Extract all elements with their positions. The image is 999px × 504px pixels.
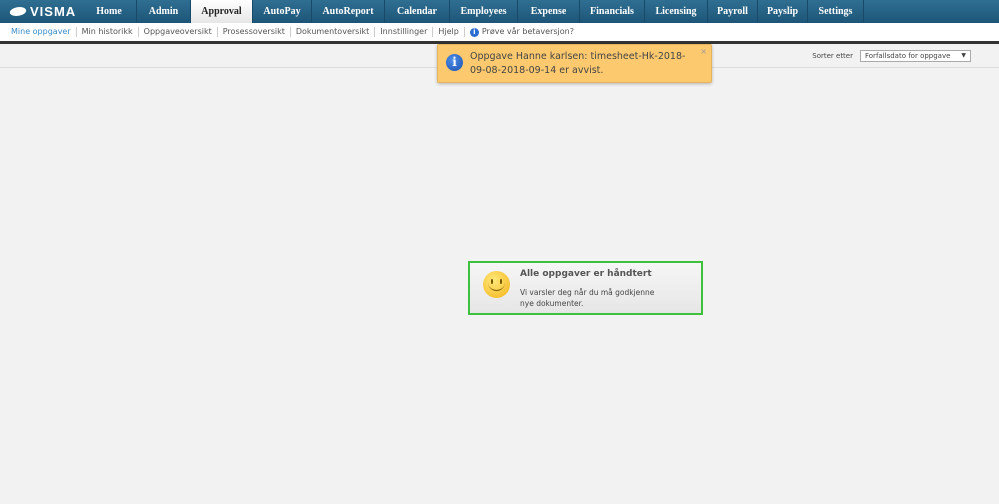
sort-label: Sorter etter [812, 52, 853, 60]
subnav-dokumentoversikt[interactable]: Dokumentoversikt [291, 27, 376, 37]
subnav-innstillinger[interactable]: Innstillinger [375, 27, 434, 37]
subnav-hjelp[interactable]: Hjelp [433, 27, 465, 37]
subnav-prosessoversikt[interactable]: Prosessoversikt [218, 27, 291, 37]
nav-tab-autoreport[interactable]: AutoReport [312, 0, 385, 23]
nav-tab-financials[interactable]: Financials [580, 0, 645, 23]
nav-tab-payslip[interactable]: Payslip [758, 0, 808, 23]
nav-tab-approval[interactable]: Approval [191, 0, 253, 23]
notification-message: Oppgave Hanne karlsen: timesheet-Hk-2018… [470, 51, 686, 76]
beta-link[interactable]: i Prøve vår betaversjon? [465, 27, 579, 37]
info-icon: i [469, 27, 479, 37]
visma-logo[interactable]: VISMA [0, 0, 82, 23]
notification-toast: i Oppgave Hanne karlsen: timesheet-Hk-20… [437, 44, 712, 83]
subnav-oppgaveoversikt[interactable]: Oppgaveoversikt [139, 27, 218, 37]
main-nav: VISMA Home Admin Approval AutoPay AutoReport… [0, 0, 999, 23]
nav-tab-employees[interactable]: Employees [450, 0, 518, 23]
nav-tab-licensing[interactable]: Licensing [645, 0, 708, 23]
visma-swoosh-icon [8, 7, 28, 16]
dropdown-arrow-icon: ▼ [961, 52, 966, 59]
smiley-icon [483, 271, 510, 298]
nav-tab-autopay[interactable]: AutoPay [253, 0, 312, 23]
close-icon[interactable]: × [700, 47, 707, 56]
empty-state-box: Alle oppgaver er håndtert Vi varsler deg… [468, 261, 703, 315]
nav-tab-home[interactable]: Home [82, 0, 137, 23]
logo-text: VISMA [30, 4, 77, 19]
info-icon: i [446, 54, 463, 71]
nav-tab-admin[interactable]: Admin [137, 0, 191, 23]
empty-state-title: Alle oppgaver er håndtert [520, 269, 652, 279]
subnav-mine-oppgaver[interactable]: Mine oppgaver [7, 27, 77, 37]
nav-tab-expense[interactable]: Expense [518, 0, 580, 23]
sub-nav: Mine oppgaver Min historikk Oppgaveoversik… [0, 23, 999, 44]
beta-link-text: Prøve vår betaversjon? [481, 27, 574, 36]
empty-state-text: Vi varsler deg når du må godkjenne nye d… [520, 288, 655, 308]
nav-tab-calendar[interactable]: Calendar [385, 0, 450, 23]
sort-value: Forfallsdato for oppgave [865, 52, 951, 60]
nav-tab-payroll[interactable]: Payroll [708, 0, 758, 23]
nav-tab-settings[interactable]: Settings [808, 0, 864, 23]
sort-select[interactable]: Forfallsdato for oppgave ▼ [860, 50, 971, 62]
subnav-min-historikk[interactable]: Min historikk [77, 27, 139, 37]
